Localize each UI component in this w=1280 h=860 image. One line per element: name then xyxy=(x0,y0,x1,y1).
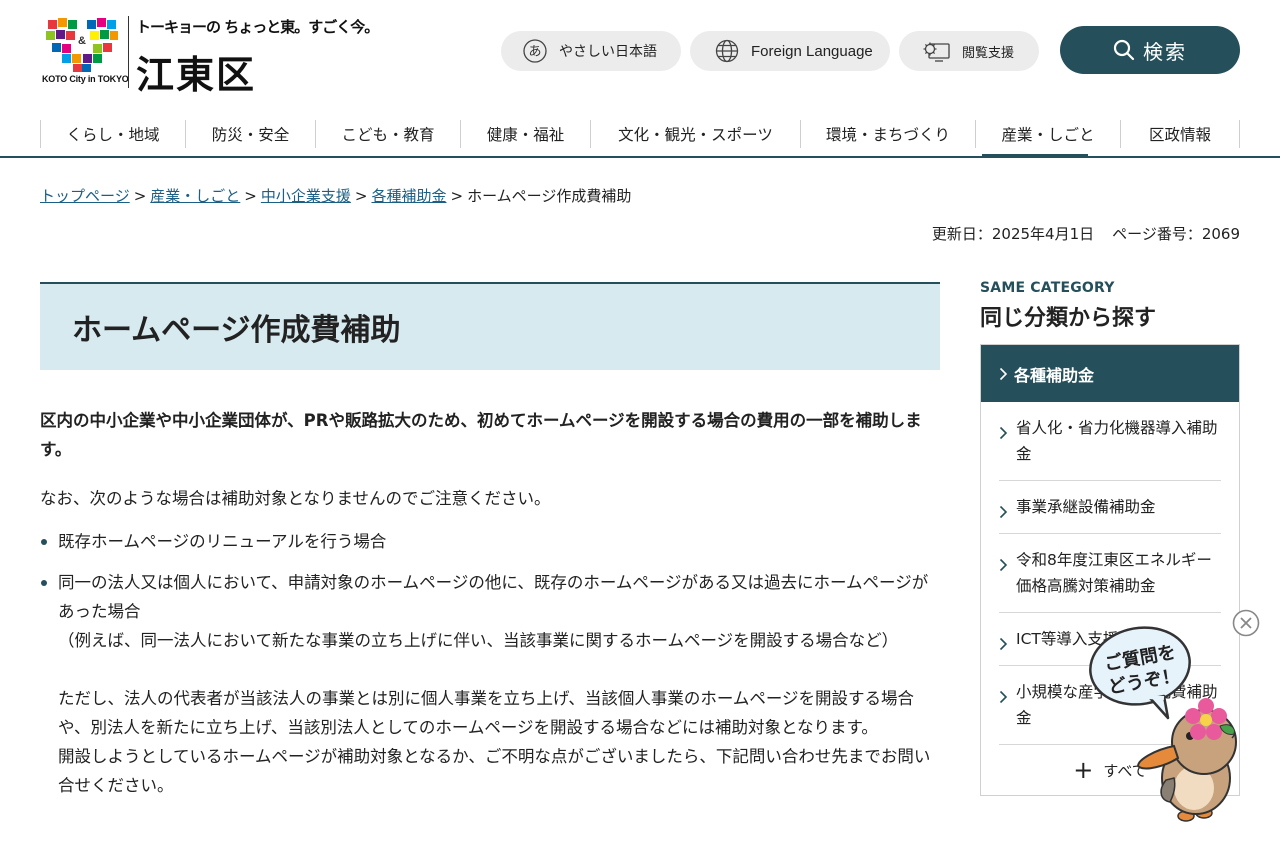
list-item-however: ただし、法人の代表者が当該法人の事業とは別に個人事業を立ち上げ、当該個人事業のホ… xyxy=(58,689,915,737)
site-logo[interactable]: & KOTO City in TOKYO トーキョーの ちょっと東。すごく今。 … xyxy=(40,14,379,97)
sidebar-item-succession[interactable]: 事業承継設備補助金 xyxy=(999,481,1221,534)
breadcrumb-link-industry[interactable]: 産業・しごと xyxy=(150,187,240,205)
list-item: 同一の法人又は個人において、申請対象のホームページの他に、既存のホームページがあ… xyxy=(40,568,940,800)
nav-item-disaster-safety[interactable]: 防災・安全 xyxy=(185,120,315,148)
foreign-language-label: Foreign Language xyxy=(751,42,873,60)
browsing-support-button[interactable]: 閲覧支援 xyxy=(899,31,1039,71)
note-paragraph: なお、次のような場合は補助対象となりませんのでご注意ください。 xyxy=(40,489,551,508)
page-title: ホームページ作成費補助 xyxy=(72,313,401,348)
speech-bubble-icon: ご質問を どうぞ！ xyxy=(1089,626,1191,720)
sidebar-item-label: 令和8年度江東区エネルギー価格高騰対策補助金 xyxy=(1016,551,1212,595)
updated-date: 更新日：2025年4月1日 xyxy=(931,225,1095,243)
chevron-right-icon xyxy=(999,686,1008,712)
nav-item-health-welfare[interactable]: 健康・福祉 xyxy=(460,120,590,148)
exclusion-list: 既存ホームページのリニューアルを行う場合 同一の法人又は個人において、申請対象の… xyxy=(40,527,940,800)
breadcrumb-separator: > xyxy=(354,187,368,205)
nav-item-living[interactable]: くらし・地域 xyxy=(40,120,185,148)
browsing-support-label: 閲覧支援 xyxy=(962,45,1015,61)
nav-item-environment-town[interactable]: 環境・まちづくり xyxy=(800,120,975,148)
list-item-contact: 開設しようとしているホームページが補助対象となるか、ご不明な点がございましたら、… xyxy=(58,747,931,795)
breadcrumb-separator: > xyxy=(133,187,147,205)
search-button[interactable]: 検索 xyxy=(1060,26,1240,74)
hiragana-a-icon: あ xyxy=(523,39,547,63)
list-item-text: 同一の法人又は個人において、申請対象のホームページの他に、既存のホームページがあ… xyxy=(58,573,929,621)
svg-text:&: & xyxy=(78,35,86,47)
page-number: ページ番号：2069 xyxy=(1112,225,1240,243)
list-item: 既存ホームページのリニューアルを行う場合 xyxy=(40,527,940,556)
nav-item-culture-tourism-sports[interactable]: 文化・観光・スポーツ xyxy=(590,120,800,148)
logo-city-name: 江東区 xyxy=(136,53,257,97)
chevron-right-icon xyxy=(999,422,1008,448)
page-meta: 更新日：2025年4月1日 ページ番号：2069 xyxy=(932,223,1240,244)
search-icon xyxy=(1113,39,1135,61)
lead-paragraph: 区内の中小企業や中小企業団体が、PRや販路拡大のため、初めてホームページを開設す… xyxy=(40,411,922,459)
chevron-right-icon xyxy=(999,633,1008,659)
breadcrumb-separator: > xyxy=(244,187,257,205)
nav-item-industry-work[interactable]: 産業・しごと xyxy=(975,120,1120,158)
easy-japanese-button[interactable]: あ やさしい日本語 xyxy=(501,31,681,71)
svg-text:あ: あ xyxy=(528,45,541,60)
breadcrumb-link-top[interactable]: トップページ xyxy=(40,187,130,205)
main-content: ホームページ作成費補助 区内の中小企業や中小企業団体が、PRや販路拡大のため、初… xyxy=(40,282,940,812)
breadcrumb-current: ホームページ作成費補助 xyxy=(467,187,632,205)
sidebar-head-link[interactable]: 各種補助金 xyxy=(981,345,1239,402)
breadcrumb-link-sme-support[interactable]: 中小企業支援 xyxy=(261,187,351,205)
sidebar-label: SAME CATEGORY xyxy=(980,280,1115,296)
list-item-text: 既存ホームページのリニューアルを行う場合 xyxy=(58,532,387,551)
breadcrumb-separator: > xyxy=(450,187,464,205)
sidebar-head-label: 各種補助金 xyxy=(1014,365,1095,385)
easy-japanese-label: やさしい日本語 xyxy=(559,44,657,60)
sidebar-title: 同じ分類から探す xyxy=(980,306,1157,331)
search-button-label: 検索 xyxy=(1143,39,1187,64)
list-item-example: （例えば、同一法人において新たな事業の立ち上げに伴い、当該事業に関するホームペー… xyxy=(58,631,899,650)
gear-monitor-icon xyxy=(920,39,950,63)
nav-item-children-education[interactable]: こども・教育 xyxy=(315,120,460,148)
logo-divider xyxy=(128,16,129,88)
chevron-right-icon xyxy=(999,367,1008,381)
logo-caption: KOTO City in TOKYO xyxy=(42,74,129,84)
breadcrumb-link-subsidies[interactable]: 各種補助金 xyxy=(371,187,446,205)
page-title-box: ホームページ作成費補助 xyxy=(40,282,940,370)
global-nav: くらし・地域 防災・安全 こども・教育 健康・福祉 文化・観光・スポーツ 環境・… xyxy=(0,118,1280,158)
globe-icon xyxy=(715,39,739,63)
logo-tagline: トーキョーの ちょっと東。すごく今。 xyxy=(136,18,379,36)
sidebar-item-energy[interactable]: 令和8年度江東区エネルギー価格高騰対策補助金 xyxy=(999,534,1221,613)
duck-mascot-icon xyxy=(1136,698,1237,822)
nav-item-administration[interactable]: 区政情報 xyxy=(1120,120,1240,148)
breadcrumb: トップページ > 産業・しごと > 中小企業支援 > 各種補助金 > ホームページ作成費補助 xyxy=(40,185,631,206)
chatbot-mascot[interactable]: ご質問を どうぞ！ xyxy=(1082,618,1250,840)
chevron-right-icon xyxy=(999,501,1008,527)
chevron-right-icon xyxy=(999,554,1008,580)
sidebar-item-label: 省人化・省力化機器導入補助金 xyxy=(1016,419,1218,463)
list-item-spacer xyxy=(58,655,940,684)
foreign-language-button[interactable]: Foreign Language xyxy=(690,31,890,71)
sidebar-item-labor-saving[interactable]: 省人化・省力化機器導入補助金 xyxy=(999,402,1221,481)
sidebar-item-label: 事業承継設備補助金 xyxy=(1016,498,1156,516)
